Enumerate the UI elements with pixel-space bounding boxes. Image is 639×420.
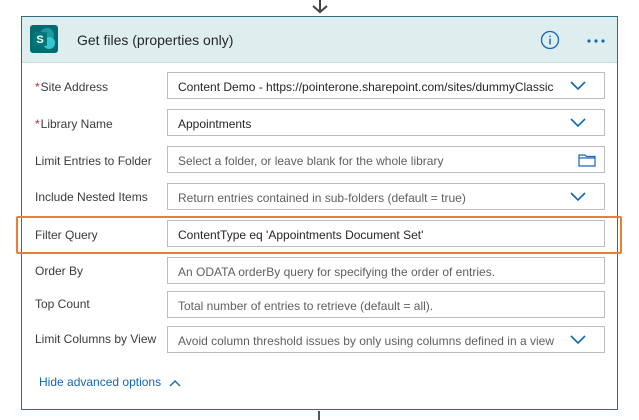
hide-advanced-options-label: Hide advanced options — [39, 375, 162, 389]
limit-columns-placeholder: Avoid column threshold issues by only us… — [178, 334, 554, 348]
flow-connector-arrow-icon — [312, 0, 328, 14]
field-row-site-address: *Site Address Content Demo - https://poi… — [22, 72, 617, 106]
field-row-order-by: Order By An ODATA orderBy query for spec… — [22, 257, 617, 291]
limit-folder-placeholder: Select a folder, or leave blank for the … — [178, 154, 444, 168]
chevron-down-icon[interactable] — [570, 81, 586, 91]
action-card-header[interactable]: S Get files (properties only) — [22, 17, 617, 63]
field-label-top-count: Top Count — [35, 297, 90, 311]
site-address-value: Content Demo - https://pointerone.sharep… — [178, 80, 554, 94]
action-title[interactable]: Get files (properties only) — [77, 32, 233, 48]
field-label-library-name: *Library Name — [35, 117, 113, 131]
required-marker: * — [35, 117, 40, 131]
field-row-include-nested: Include Nested Items Return entries cont… — [22, 183, 617, 217]
chevron-down-icon[interactable] — [570, 192, 586, 202]
limit-folder-input[interactable]: Select a folder, or leave blank for the … — [167, 146, 605, 173]
field-row-top-count: Top Count Total number of entries to ret… — [22, 290, 617, 324]
info-icon[interactable] — [540, 30, 560, 50]
chevron-up-icon — [169, 379, 181, 387]
chevron-down-icon[interactable] — [570, 118, 586, 128]
sharepoint-logo-icon: S — [30, 25, 58, 53]
order-by-placeholder: An ODATA orderBy query for specifying th… — [178, 265, 496, 279]
library-name-dropdown[interactable]: Appointments — [167, 109, 605, 136]
include-nested-dropdown[interactable]: Return entries contained in sub-folders … — [167, 183, 605, 210]
top-count-placeholder: Total number of entries to retrieve (def… — [178, 299, 434, 313]
flow-connector-line — [318, 411, 320, 420]
hide-advanced-options-link[interactable]: Hide advanced options — [39, 375, 181, 389]
more-options-icon[interactable] — [584, 30, 608, 50]
field-row-library-name: *Library Name Appointments — [22, 109, 617, 143]
action-card: S Get files (properties only) *Site Addr… — [21, 16, 618, 410]
svg-text:S: S — [36, 34, 43, 46]
field-label-site-address: *Site Address — [35, 80, 109, 94]
site-address-dropdown[interactable]: Content Demo - https://pointerone.sharep… — [167, 72, 605, 99]
order-by-input[interactable]: An ODATA orderBy query for specifying th… — [167, 257, 605, 284]
field-row-limit-columns: Limit Columns by View Avoid column thres… — [22, 325, 617, 359]
field-label-limit-folder: Limit Entries to Folder — [35, 154, 152, 168]
top-count-input[interactable]: Total number of entries to retrieve (def… — [167, 291, 605, 318]
field-label-limit-columns: Limit Columns by View — [35, 332, 157, 346]
chevron-down-icon[interactable] — [570, 335, 586, 345]
field-row-limit-folder: Limit Entries to Folder Select a folder,… — [22, 146, 617, 180]
include-nested-placeholder: Return entries contained in sub-folders … — [178, 191, 466, 205]
library-name-value: Appointments — [178, 117, 252, 131]
limit-columns-dropdown[interactable]: Avoid column threshold issues by only us… — [167, 326, 605, 353]
field-label-order-by: Order By — [35, 264, 84, 278]
filter-query-highlight-box — [16, 216, 622, 254]
field-label-include-nested: Include Nested Items — [35, 190, 148, 204]
required-marker: * — [35, 80, 40, 94]
folder-icon[interactable] — [578, 153, 596, 167]
